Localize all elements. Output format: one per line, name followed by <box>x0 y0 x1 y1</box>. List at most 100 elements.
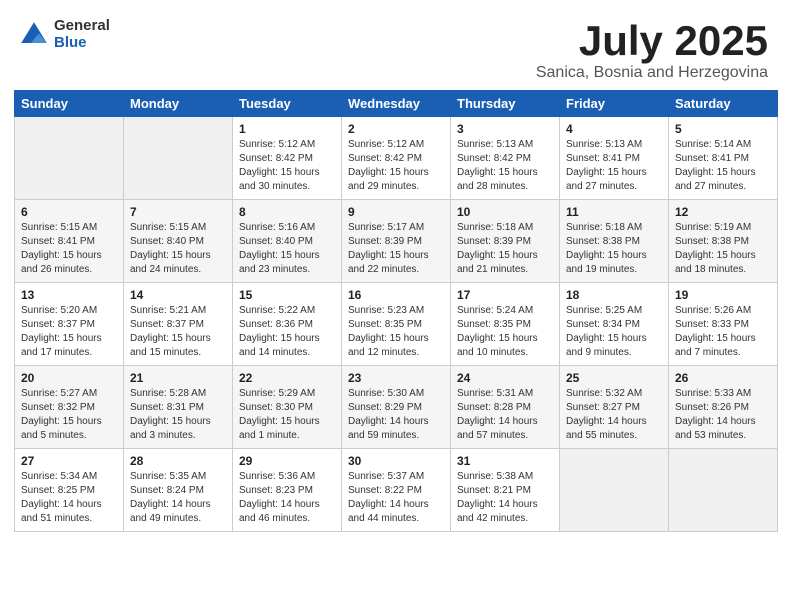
cell-content: Sunrise: 5:14 AM Sunset: 8:41 PM Dayligh… <box>675 138 771 194</box>
day-number: 8 <box>239 205 335 219</box>
cell-content: Sunrise: 5:34 AM Sunset: 8:25 PM Dayligh… <box>21 470 117 526</box>
calendar-cell: 23 Sunrise: 5:30 AM Sunset: 8:29 PM Dayli… <box>342 366 451 449</box>
day-header-wednesday: Wednesday <box>342 91 451 117</box>
day-header-tuesday: Tuesday <box>233 91 342 117</box>
header: General Blue July 2025 Sanica, Bosnia an… <box>0 0 792 90</box>
day-number: 27 <box>21 454 117 468</box>
day-number: 14 <box>130 288 226 302</box>
cell-content: Sunrise: 5:22 AM Sunset: 8:36 PM Dayligh… <box>239 304 335 360</box>
day-number: 29 <box>239 454 335 468</box>
cell-content: Sunrise: 5:36 AM Sunset: 8:23 PM Dayligh… <box>239 470 335 526</box>
cell-content: Sunrise: 5:26 AM Sunset: 8:33 PM Dayligh… <box>675 304 771 360</box>
day-number: 21 <box>130 371 226 385</box>
calendar-cell: 14 Sunrise: 5:21 AM Sunset: 8:37 PM Dayli… <box>124 283 233 366</box>
logo-general: General <box>54 18 110 35</box>
month-title: July 2025 <box>536 18 768 64</box>
cell-content: Sunrise: 5:23 AM Sunset: 8:35 PM Dayligh… <box>348 304 444 360</box>
calendar-cell: 17 Sunrise: 5:24 AM Sunset: 8:35 PM Dayli… <box>451 283 560 366</box>
cell-content: Sunrise: 5:15 AM Sunset: 8:41 PM Dayligh… <box>21 221 117 277</box>
calendar: SundayMondayTuesdayWednesdayThursdayFrid… <box>14 90 778 532</box>
day-number: 24 <box>457 371 553 385</box>
calendar-cell: 8 Sunrise: 5:16 AM Sunset: 8:40 PM Daylig… <box>233 200 342 283</box>
calendar-cell: 9Sunrise: 5:17 AM Sunset: 8:39 PM Daylig… <box>342 200 451 283</box>
calendar-cell: 22 Sunrise: 5:29 AM Sunset: 8:30 PM Dayli… <box>233 366 342 449</box>
calendar-cell <box>124 117 233 200</box>
cell-content: Sunrise: 5:28 AM Sunset: 8:31 PM Dayligh… <box>130 387 226 443</box>
cell-content: Sunrise: 5:27 AM Sunset: 8:32 PM Dayligh… <box>21 387 117 443</box>
calendar-cell: 27 Sunrise: 5:34 AM Sunset: 8:25 PM Dayli… <box>15 449 124 532</box>
day-number: 2 <box>348 122 444 136</box>
cell-content: Sunrise: 5:16 AM Sunset: 8:40 PM Dayligh… <box>239 221 335 277</box>
cell-content: Sunrise: 5:25 AM Sunset: 8:34 PM Dayligh… <box>566 304 662 360</box>
cell-content: Sunrise: 5:17 AM Sunset: 8:39 PM Dayligh… <box>348 221 444 277</box>
calendar-cell: 4 Sunrise: 5:13 AM Sunset: 8:41 PM Daylig… <box>560 117 669 200</box>
day-number: 31 <box>457 454 553 468</box>
day-number: 28 <box>130 454 226 468</box>
calendar-header-row: SundayMondayTuesdayWednesdayThursdayFrid… <box>15 91 778 117</box>
day-number: 20 <box>21 371 117 385</box>
day-number: 15 <box>239 288 335 302</box>
day-number: 7 <box>130 205 226 219</box>
day-number: 17 <box>457 288 553 302</box>
calendar-cell: 30 Sunrise: 5:37 AM Sunset: 8:22 PM Dayli… <box>342 449 451 532</box>
calendar-cell: 29 Sunrise: 5:36 AM Sunset: 8:23 PM Dayli… <box>233 449 342 532</box>
calendar-cell: 7 Sunrise: 5:15 AM Sunset: 8:40 PM Daylig… <box>124 200 233 283</box>
calendar-cell: 1 Sunrise: 5:12 AM Sunset: 8:42 PM Daylig… <box>233 117 342 200</box>
day-number: 3 <box>457 122 553 136</box>
calendar-cell: 15 Sunrise: 5:22 AM Sunset: 8:36 PM Dayli… <box>233 283 342 366</box>
calendar-cell: 21 Sunrise: 5:28 AM Sunset: 8:31 PM Dayli… <box>124 366 233 449</box>
calendar-week-0: 1 Sunrise: 5:12 AM Sunset: 8:42 PM Daylig… <box>15 117 778 200</box>
calendar-cell <box>15 117 124 200</box>
calendar-cell: 5Sunrise: 5:14 AM Sunset: 8:41 PM Daylig… <box>669 117 778 200</box>
cell-content: Sunrise: 5:19 AM Sunset: 8:38 PM Dayligh… <box>675 221 771 277</box>
cell-content: Sunrise: 5:33 AM Sunset: 8:26 PM Dayligh… <box>675 387 771 443</box>
day-number: 12 <box>675 205 771 219</box>
cell-content: Sunrise: 5:12 AM Sunset: 8:42 PM Dayligh… <box>239 138 335 194</box>
logo-blue: Blue <box>54 35 110 52</box>
cell-content: Sunrise: 5:15 AM Sunset: 8:40 PM Dayligh… <box>130 221 226 277</box>
cell-content: Sunrise: 5:20 AM Sunset: 8:37 PM Dayligh… <box>21 304 117 360</box>
calendar-cell: 24 Sunrise: 5:31 AM Sunset: 8:28 PM Dayli… <box>451 366 560 449</box>
cell-content: Sunrise: 5:21 AM Sunset: 8:37 PM Dayligh… <box>130 304 226 360</box>
cell-content: Sunrise: 5:18 AM Sunset: 8:38 PM Dayligh… <box>566 221 662 277</box>
day-number: 23 <box>348 371 444 385</box>
calendar-cell: 31 Sunrise: 5:38 AM Sunset: 8:21 PM Dayli… <box>451 449 560 532</box>
day-number: 1 <box>239 122 335 136</box>
cell-content: Sunrise: 5:13 AM Sunset: 8:42 PM Dayligh… <box>457 138 553 194</box>
day-number: 11 <box>566 205 662 219</box>
logo: General Blue <box>18 18 110 51</box>
calendar-cell: 28 Sunrise: 5:35 AM Sunset: 8:24 PM Dayli… <box>124 449 233 532</box>
cell-content: Sunrise: 5:24 AM Sunset: 8:35 PM Dayligh… <box>457 304 553 360</box>
subtitle: Sanica, Bosnia and Herzegovina <box>536 64 768 82</box>
day-number: 18 <box>566 288 662 302</box>
cell-content: Sunrise: 5:13 AM Sunset: 8:41 PM Dayligh… <box>566 138 662 194</box>
logo-icon <box>18 19 50 51</box>
calendar-cell: 13 Sunrise: 5:20 AM Sunset: 8:37 PM Dayli… <box>15 283 124 366</box>
day-header-monday: Monday <box>124 91 233 117</box>
day-header-saturday: Saturday <box>669 91 778 117</box>
title-block: July 2025 Sanica, Bosnia and Herzegovina <box>536 18 768 82</box>
cell-content: Sunrise: 5:29 AM Sunset: 8:30 PM Dayligh… <box>239 387 335 443</box>
cell-content: Sunrise: 5:30 AM Sunset: 8:29 PM Dayligh… <box>348 387 444 443</box>
cell-content: Sunrise: 5:12 AM Sunset: 8:42 PM Dayligh… <box>348 138 444 194</box>
cell-content: Sunrise: 5:18 AM Sunset: 8:39 PM Dayligh… <box>457 221 553 277</box>
calendar-cell: 25Sunrise: 5:32 AM Sunset: 8:27 PM Dayli… <box>560 366 669 449</box>
cell-content: Sunrise: 5:32 AM Sunset: 8:27 PM Dayligh… <box>566 387 662 443</box>
calendar-week-2: 13 Sunrise: 5:20 AM Sunset: 8:37 PM Dayli… <box>15 283 778 366</box>
calendar-cell: 18 Sunrise: 5:25 AM Sunset: 8:34 PM Dayli… <box>560 283 669 366</box>
day-number: 22 <box>239 371 335 385</box>
cell-content: Sunrise: 5:31 AM Sunset: 8:28 PM Dayligh… <box>457 387 553 443</box>
calendar-week-4: 27 Sunrise: 5:34 AM Sunset: 8:25 PM Dayli… <box>15 449 778 532</box>
calendar-cell <box>560 449 669 532</box>
day-header-friday: Friday <box>560 91 669 117</box>
calendar-week-1: 6Sunrise: 5:15 AM Sunset: 8:41 PM Daylig… <box>15 200 778 283</box>
calendar-cell: 12 Sunrise: 5:19 AM Sunset: 8:38 PM Dayli… <box>669 200 778 283</box>
cell-content: Sunrise: 5:38 AM Sunset: 8:21 PM Dayligh… <box>457 470 553 526</box>
cell-content: Sunrise: 5:35 AM Sunset: 8:24 PM Dayligh… <box>130 470 226 526</box>
cell-content: Sunrise: 5:37 AM Sunset: 8:22 PM Dayligh… <box>348 470 444 526</box>
day-number: 4 <box>566 122 662 136</box>
day-number: 30 <box>348 454 444 468</box>
day-number: 13 <box>21 288 117 302</box>
day-header-thursday: Thursday <box>451 91 560 117</box>
calendar-cell: 6Sunrise: 5:15 AM Sunset: 8:41 PM Daylig… <box>15 200 124 283</box>
